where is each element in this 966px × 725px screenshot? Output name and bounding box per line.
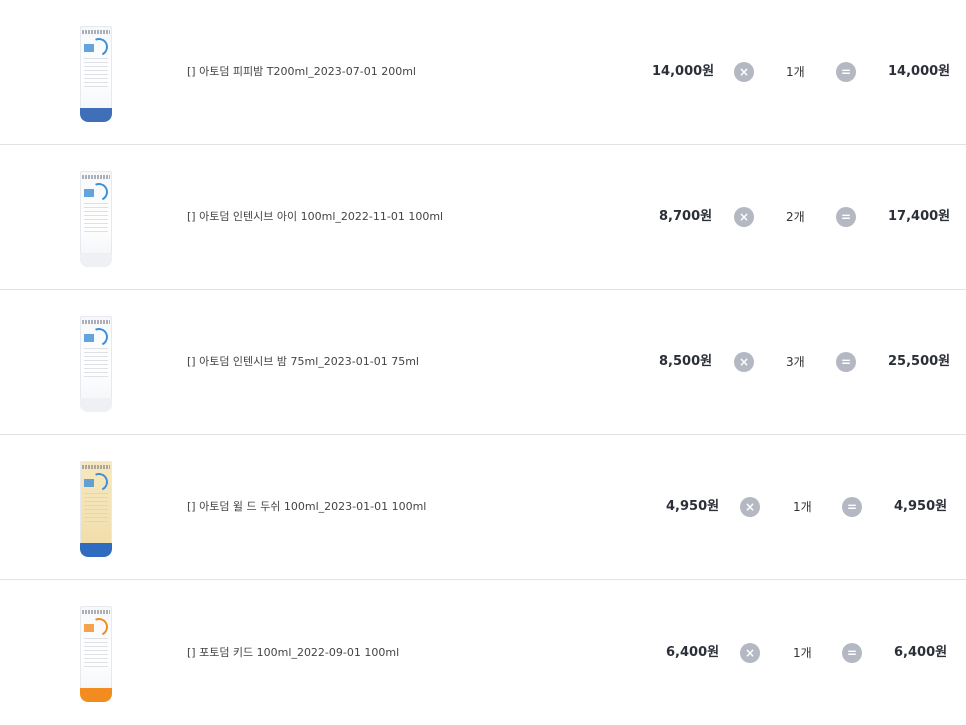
line-total: 17,400원 — [888, 209, 951, 224]
product-name[interactable]: [] 아토덤 인텐시브 아이 100ml_2022-11-01 100ml — [187, 210, 443, 224]
quantity: 2개 — [786, 210, 805, 224]
equals-icon: = — [842, 497, 862, 517]
equals-icon: = — [842, 643, 862, 663]
quantity: 3개 — [786, 355, 805, 369]
product-thumbnail[interactable] — [48, 602, 144, 706]
cart-row: [] 포토덤 키드 100ml_2022-09-01 100ml 6,400원 … — [0, 580, 966, 725]
cart-item-list: [] 아토덤 피피밤 T200ml_2023-07-01 200ml 14,00… — [0, 0, 966, 725]
quantity: 1개 — [786, 65, 805, 79]
unit-price: 4,950원 — [666, 499, 720, 514]
unit-price: 14,000원 — [652, 64, 715, 79]
product-thumbnail[interactable] — [48, 312, 144, 416]
product-name[interactable]: [] 아토덤 윌 드 두쉬 100ml_2023-01-01 100ml — [187, 500, 426, 514]
equals-icon: = — [836, 207, 856, 227]
equals-icon: = — [836, 352, 856, 372]
cart-row: [] 아토덤 피피밤 T200ml_2023-07-01 200ml 14,00… — [0, 0, 966, 145]
line-total: 4,950원 — [894, 499, 948, 514]
line-total: 25,500원 — [888, 354, 951, 369]
product-thumbnail[interactable] — [48, 457, 144, 561]
cart-row: [] 아토덤 윌 드 두쉬 100ml_2023-01-01 100ml 4,9… — [0, 435, 966, 580]
multiply-icon: × — [734, 352, 754, 372]
product-name[interactable]: [] 포토덤 키드 100ml_2022-09-01 100ml — [187, 646, 399, 660]
product-name[interactable]: [] 아토덤 인텐시브 밤 75ml_2023-01-01 75ml — [187, 355, 419, 369]
product-name[interactable]: [] 아토덤 피피밤 T200ml_2023-07-01 200ml — [187, 65, 416, 79]
line-total: 14,000원 — [888, 64, 951, 79]
cart-row: [] 아토덤 인텐시브 아이 100ml_2022-11-01 100ml 8,… — [0, 145, 966, 290]
multiply-icon: × — [740, 643, 760, 663]
cart-row: [] 아토덤 인텐시브 밤 75ml_2023-01-01 75ml 8,500… — [0, 290, 966, 435]
multiply-icon: × — [734, 62, 754, 82]
product-tube-image — [80, 26, 112, 122]
product-thumbnail[interactable] — [48, 167, 144, 271]
equals-icon: = — [836, 62, 856, 82]
product-tube-image — [80, 316, 112, 412]
unit-price: 8,500원 — [659, 354, 713, 369]
unit-price: 6,400원 — [666, 645, 720, 660]
product-thumbnail[interactable] — [48, 22, 144, 126]
multiply-icon: × — [740, 497, 760, 517]
multiply-icon: × — [734, 207, 754, 227]
quantity: 1개 — [793, 500, 812, 514]
product-tube-image — [80, 171, 112, 267]
product-tube-image — [80, 606, 112, 702]
unit-price: 8,700원 — [659, 209, 713, 224]
line-total: 6,400원 — [894, 645, 948, 660]
product-tube-image — [80, 461, 112, 557]
quantity: 1개 — [793, 646, 812, 660]
